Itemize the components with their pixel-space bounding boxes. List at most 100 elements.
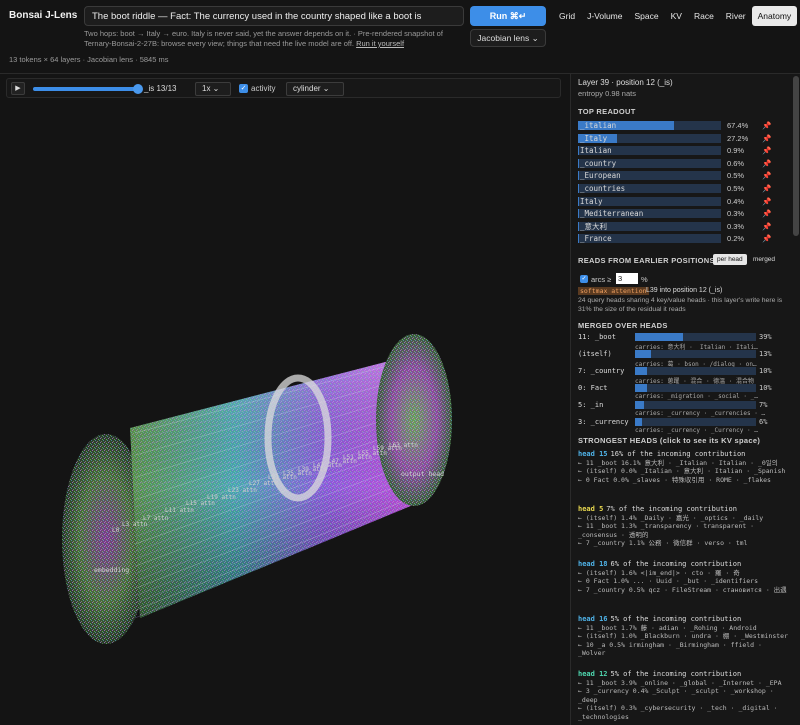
head-line: ← 0 Fact 0.0% _slaves · 特殊収引用 · ROME · _… [578,475,771,484]
readout-pct: 0.6% [727,158,745,168]
head-block[interactable]: head 18 6% of the incoming contribution ← … [578,560,790,594]
readout-fill [578,196,579,206]
head-block[interactable]: head 5 7% of the incoming contribution ← (… [578,505,790,548]
readout-pct: 67.4% [727,121,749,130]
head-title: head 5 7% of the incoming contribution [578,505,790,514]
layer-label: L23 attn [228,487,257,494]
per-head-toggle[interactable]: per head [713,254,747,265]
activity-checkbox[interactable]: ✓ [239,84,248,93]
merged-toggle[interactable]: merged [749,254,779,265]
play-icon[interactable]: ▶ [11,82,25,95]
readout-row[interactable]: Italian 0.9% 📌 [578,146,771,156]
readout-row[interactable]: _country 0.6% 📌 [578,158,771,168]
view-tab-grid[interactable]: Grid [553,6,581,26]
head-title: head 18 6% of the incoming contribution [578,560,790,569]
head-name: head 15 [578,450,608,458]
arcs-checkbox[interactable]: ✓ [580,275,588,283]
merged-pct: 13% [759,350,772,358]
cylinder-scene[interactable]: L0L3 attnL7 attnL11 attnL15 attnL19 attn… [0,98,570,725]
readout-row[interactable]: _European 0.5% 📌 [578,171,771,181]
pin-icon[interactable]: 📌 [762,159,771,168]
readout-row[interactable]: _意大利 0.3% 📌 [578,221,771,231]
merged-bar [635,333,756,341]
readout-row[interactable]: Italy 0.4% 📌 [578,196,771,206]
readout-fill [578,234,579,244]
readout-token: _France [580,234,612,244]
readout-pct: 0.5% [727,171,745,181]
head-line: ← 7 _country 0.5% qcz · FileStream · ста… [578,585,787,594]
readout-token: Italian [580,146,612,156]
readout-pct: 0.2% [727,234,745,244]
run-it-yourself-link[interactable]: Run it yourself [356,39,404,48]
merged-label: 3: _currency [578,418,629,426]
head-line: ← 10 _a 0.5% irmingham · _Birmingham · f… [578,640,762,658]
softmax-desc: L39 into position 12 (_is) [646,287,723,294]
readout-token: _European [580,171,621,181]
slider-knob[interactable] [133,84,143,94]
readout-row[interactable]: _italian 67.4% 📌 [578,121,771,130]
readout-token: _意大利 [580,221,608,231]
lens-select[interactable]: Jacobian lens ⌄ [470,29,546,47]
readout-row[interactable]: _Italy 27.2% 📌 [578,133,771,143]
app-title: Bonsai J-Lens [9,10,78,21]
readout-row[interactable]: _Mediterranean 0.3% 📌 [578,209,771,219]
view-tab-river[interactable]: River [720,6,752,26]
merged-bar [635,418,756,426]
pin-icon[interactable]: 📌 [762,222,771,231]
embedding-label: embedding [94,566,129,574]
view-tab-anatomy[interactable]: Anatomy [751,6,798,26]
token-slider[interactable] [33,87,137,91]
run-button[interactable]: Run ⌘↵ [470,6,546,26]
view-tab-space[interactable]: Space [629,6,665,26]
output-head-label: output head [401,470,444,478]
readout-pct: 0.3% [727,209,745,219]
layer-label: L7 attn [143,515,169,522]
head-name: head 12 [578,670,608,678]
head-pct: 5% of the incoming contribution [610,615,742,623]
readout-fill [578,209,579,219]
token-position: _is 13/13 [144,84,177,93]
pin-icon[interactable]: 📌 [762,121,771,130]
readout-row[interactable]: _countries 0.5% 📌 [578,184,771,193]
top-bar: Bonsai J-Lens The boot riddle — Fact: Th… [0,0,800,74]
head-pct: 6% of the incoming contribution [610,560,742,568]
head-title: head 16 5% of the incoming contribution [578,615,790,624]
view-tab-kv[interactable]: KV [665,6,688,26]
readout-token: _italian [580,121,617,130]
merged-fill [635,418,643,426]
view-tab-jvolume[interactable]: J-Volume [581,6,628,26]
arcs-threshold-input[interactable]: 3 [616,273,638,284]
layer-info: Layer 39 · position 12 (_is) [578,78,673,87]
merged-bar [635,401,756,409]
head-block[interactable]: head 15 16% of the incoming contribution ←… [578,450,790,484]
merged-carries: carries: _currency · _currencies · … [635,410,766,417]
view-tab-race[interactable]: Race [688,6,720,26]
arcs-ge: ≥ [607,275,612,284]
head-block[interactable]: head 12 5% of the incoming contribution ← … [578,670,790,721]
pin-icon[interactable]: 📌 [762,197,771,206]
merged-pct: 10% [759,384,772,392]
pin-icon[interactable]: 📌 [762,184,771,193]
layer-label: L0 [112,527,120,534]
layer-label: L63 attn [389,442,418,449]
readout-pct: 0.3% [727,221,745,231]
scrollbar[interactable] [793,76,799,236]
layer-label: L15 attn [186,500,215,507]
pin-icon[interactable]: 📌 [762,209,771,218]
pin-icon[interactable]: 📌 [762,171,771,180]
prompt-input[interactable]: The boot riddle — Fact: The currency use… [84,6,464,26]
merged-fill [635,401,644,409]
readout-row[interactable]: _France 0.2% 📌 [578,234,771,244]
shape-select[interactable]: cylinder ⌄ [286,82,344,96]
strongest-title: STRONGEST HEADS (click to see its KV spa… [578,436,761,445]
head-line: ← 11 _boot 1.7% 藤 · adian · _Rohing · An… [578,623,757,632]
pin-icon[interactable]: 📌 [762,234,771,243]
head-line: ← 11 _boot 3.9% _online · _global · _Int… [578,678,782,687]
pin-icon[interactable]: 📌 [762,146,771,155]
head-title: head 15 16% of the incoming contribution [578,450,790,459]
heads-desc: 24 query heads sharing 4 key/value heads… [578,297,783,313]
speed-select[interactable]: 1x ⌄ [195,82,231,96]
readout-pct: 0.4% [727,196,745,206]
pin-icon[interactable]: 📌 [762,134,771,143]
head-block[interactable]: head 16 5% of the incoming contribution ← … [578,615,790,658]
